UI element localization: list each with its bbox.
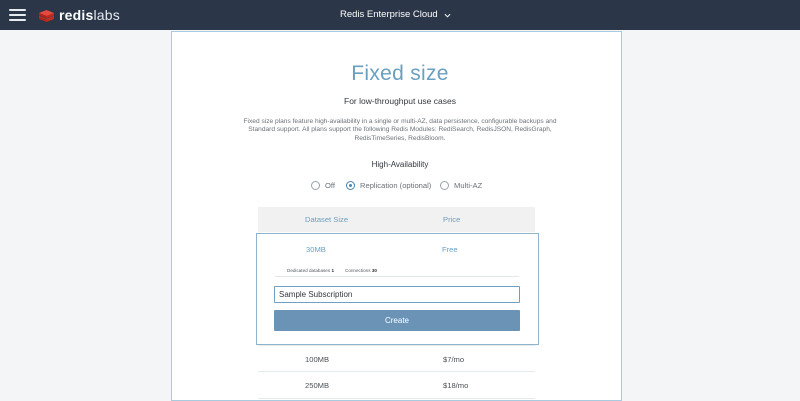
divider <box>275 276 519 277</box>
connections-value: 30 <box>371 268 377 273</box>
plan-subtitle: For low-throughput use cases <box>344 96 456 106</box>
logo-text-light: labs <box>93 7 120 23</box>
row-size: 100MB <box>305 355 330 364</box>
table-row[interactable]: 100MB $7/mo <box>258 345 535 372</box>
redislabs-logo[interactable]: redislabs <box>38 8 120 23</box>
connections-info: Connections 30 <box>345 268 377 273</box>
plan-description: Fixed size plans feature high-availabili… <box>243 118 557 142</box>
radio-ha-off[interactable]: Off <box>311 181 335 190</box>
radio-label: Multi-AZ <box>454 181 483 190</box>
create-button[interactable]: Create <box>274 310 520 331</box>
row-price: $7/mo <box>443 355 465 364</box>
radio-ha-replication[interactable]: Replication (optional) <box>346 181 431 190</box>
radio-ha-multi-az[interactable]: Multi-AZ <box>440 181 482 190</box>
top-navbar: redislabs Redis Enterprise Cloud <box>0 0 800 30</box>
column-header-dataset-size: Dataset Size <box>305 215 349 224</box>
selected-size: 30MB <box>306 245 326 254</box>
high-availability-label: High-Availability <box>371 160 429 169</box>
column-header-price: Price <box>443 215 461 224</box>
chevron-down-icon <box>444 13 451 18</box>
product-name: Redis Enterprise Cloud <box>340 9 438 20</box>
dedicated-databases-info: Dedicated databases 1 <box>287 268 334 273</box>
connections-label: Connections <box>345 268 371 273</box>
dedicated-databases-label: Dedicated databases <box>287 268 331 273</box>
product-selector[interactable]: Redis Enterprise Cloud <box>340 9 451 21</box>
plan-title: Fixed size <box>351 62 449 85</box>
menu-icon[interactable] <box>9 9 26 22</box>
radio-label: Off <box>325 181 335 190</box>
radio-checked-icon <box>346 181 355 190</box>
row-price: $18/mo <box>443 381 469 390</box>
selected-price: Free <box>442 245 458 254</box>
redis-cube-icon <box>39 10 54 22</box>
radio-circle-icon <box>440 181 449 190</box>
radio-circle-icon <box>311 181 320 190</box>
dedicated-databases-value: 1 <box>331 268 335 273</box>
radio-label: Replication (optional) <box>360 181 432 190</box>
row-size: 250MB <box>305 381 330 390</box>
subscription-name-input[interactable] <box>274 286 520 303</box>
table-header: Dataset Size Price <box>258 207 535 232</box>
logo-text-bold: redis <box>59 7 94 23</box>
